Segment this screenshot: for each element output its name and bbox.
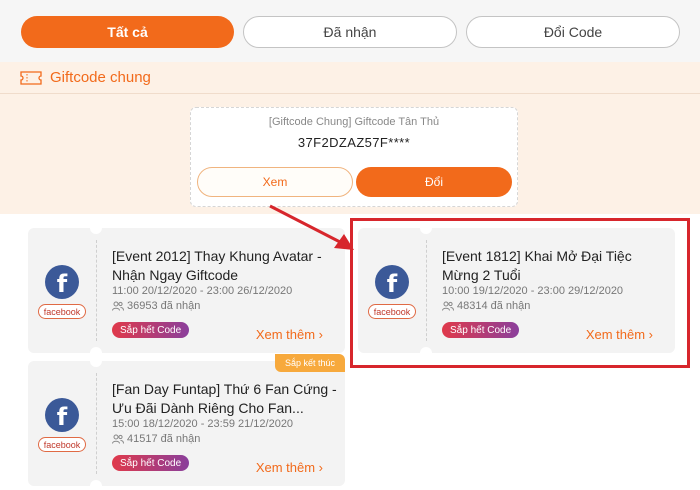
facebook-icon: f	[45, 265, 79, 299]
section-title: Giftcode chung	[50, 69, 151, 86]
card-notch	[90, 355, 102, 367]
tab-received[interactable]: Đã nhận	[243, 16, 457, 48]
card-divider	[96, 373, 97, 474]
event-count: 36953 đã nhận	[112, 300, 200, 312]
card-body: [Fan Day Funtap] Thứ 6 Fan Cứng - Ưu Đãi…	[112, 361, 337, 486]
section-header: Giftcode chung	[0, 62, 700, 94]
see-more-link[interactable]: Xem thêm ›	[256, 460, 323, 475]
users-icon	[112, 301, 124, 311]
giftcode-section: Giftcode chung [Giftcode Chung] Giftcode…	[0, 62, 700, 214]
card-source: f facebook	[28, 228, 96, 353]
ticket-icon	[20, 70, 42, 85]
annotation-highlight	[350, 218, 690, 368]
card-notch	[90, 222, 102, 234]
status-badge: Sắp hết Code	[112, 322, 190, 338]
tab-bar: Tất cả Đã nhận Đổi Code	[0, 0, 700, 62]
users-icon	[112, 434, 124, 444]
tab-all[interactable]: Tất cả	[21, 16, 234, 48]
card-source: f facebook	[28, 361, 96, 486]
event-title[interactable]: [Fan Day Funtap] Thứ 6 Fan Cứng - Ưu Đãi…	[112, 380, 337, 418]
tab-redeem-code[interactable]: Đổi Code	[466, 16, 680, 48]
view-button[interactable]: Xem	[197, 167, 353, 197]
see-more-link[interactable]: Xem thêm ›	[256, 327, 323, 342]
event-count-text: 36953 đã nhận	[127, 300, 201, 312]
facebook-icon: f	[45, 398, 79, 432]
annotation-arrow	[269, 204, 354, 250]
event-count-text: 41517 đã nhận	[127, 433, 201, 445]
redeem-button[interactable]: Đổi	[356, 167, 512, 197]
event-card[interactable]: Sắp kết thúc f facebook [Fan Day Funtap]…	[28, 354, 345, 490]
card-divider	[96, 240, 97, 341]
giftcode-code: 37F2DZAZ57F****	[297, 135, 411, 150]
source-label: facebook	[38, 304, 86, 319]
status-badge: Sắp hết Code	[112, 455, 190, 471]
card-notch	[90, 480, 102, 490]
event-time: 15:00 18/12/2020 - 23:59 21/12/2020	[112, 418, 294, 430]
giftcode-name: [Giftcode Chung] Giftcode Tân Thủ	[268, 116, 440, 128]
event-count: 41517 đã nhận	[112, 433, 200, 445]
source-label: facebook	[38, 437, 86, 452]
giftcode-card: [Giftcode Chung] Giftcode Tân Thủ 37F2DZ…	[190, 107, 518, 207]
event-time: 11:00 20/12/2020 - 23:00 26/12/2020	[112, 285, 293, 297]
